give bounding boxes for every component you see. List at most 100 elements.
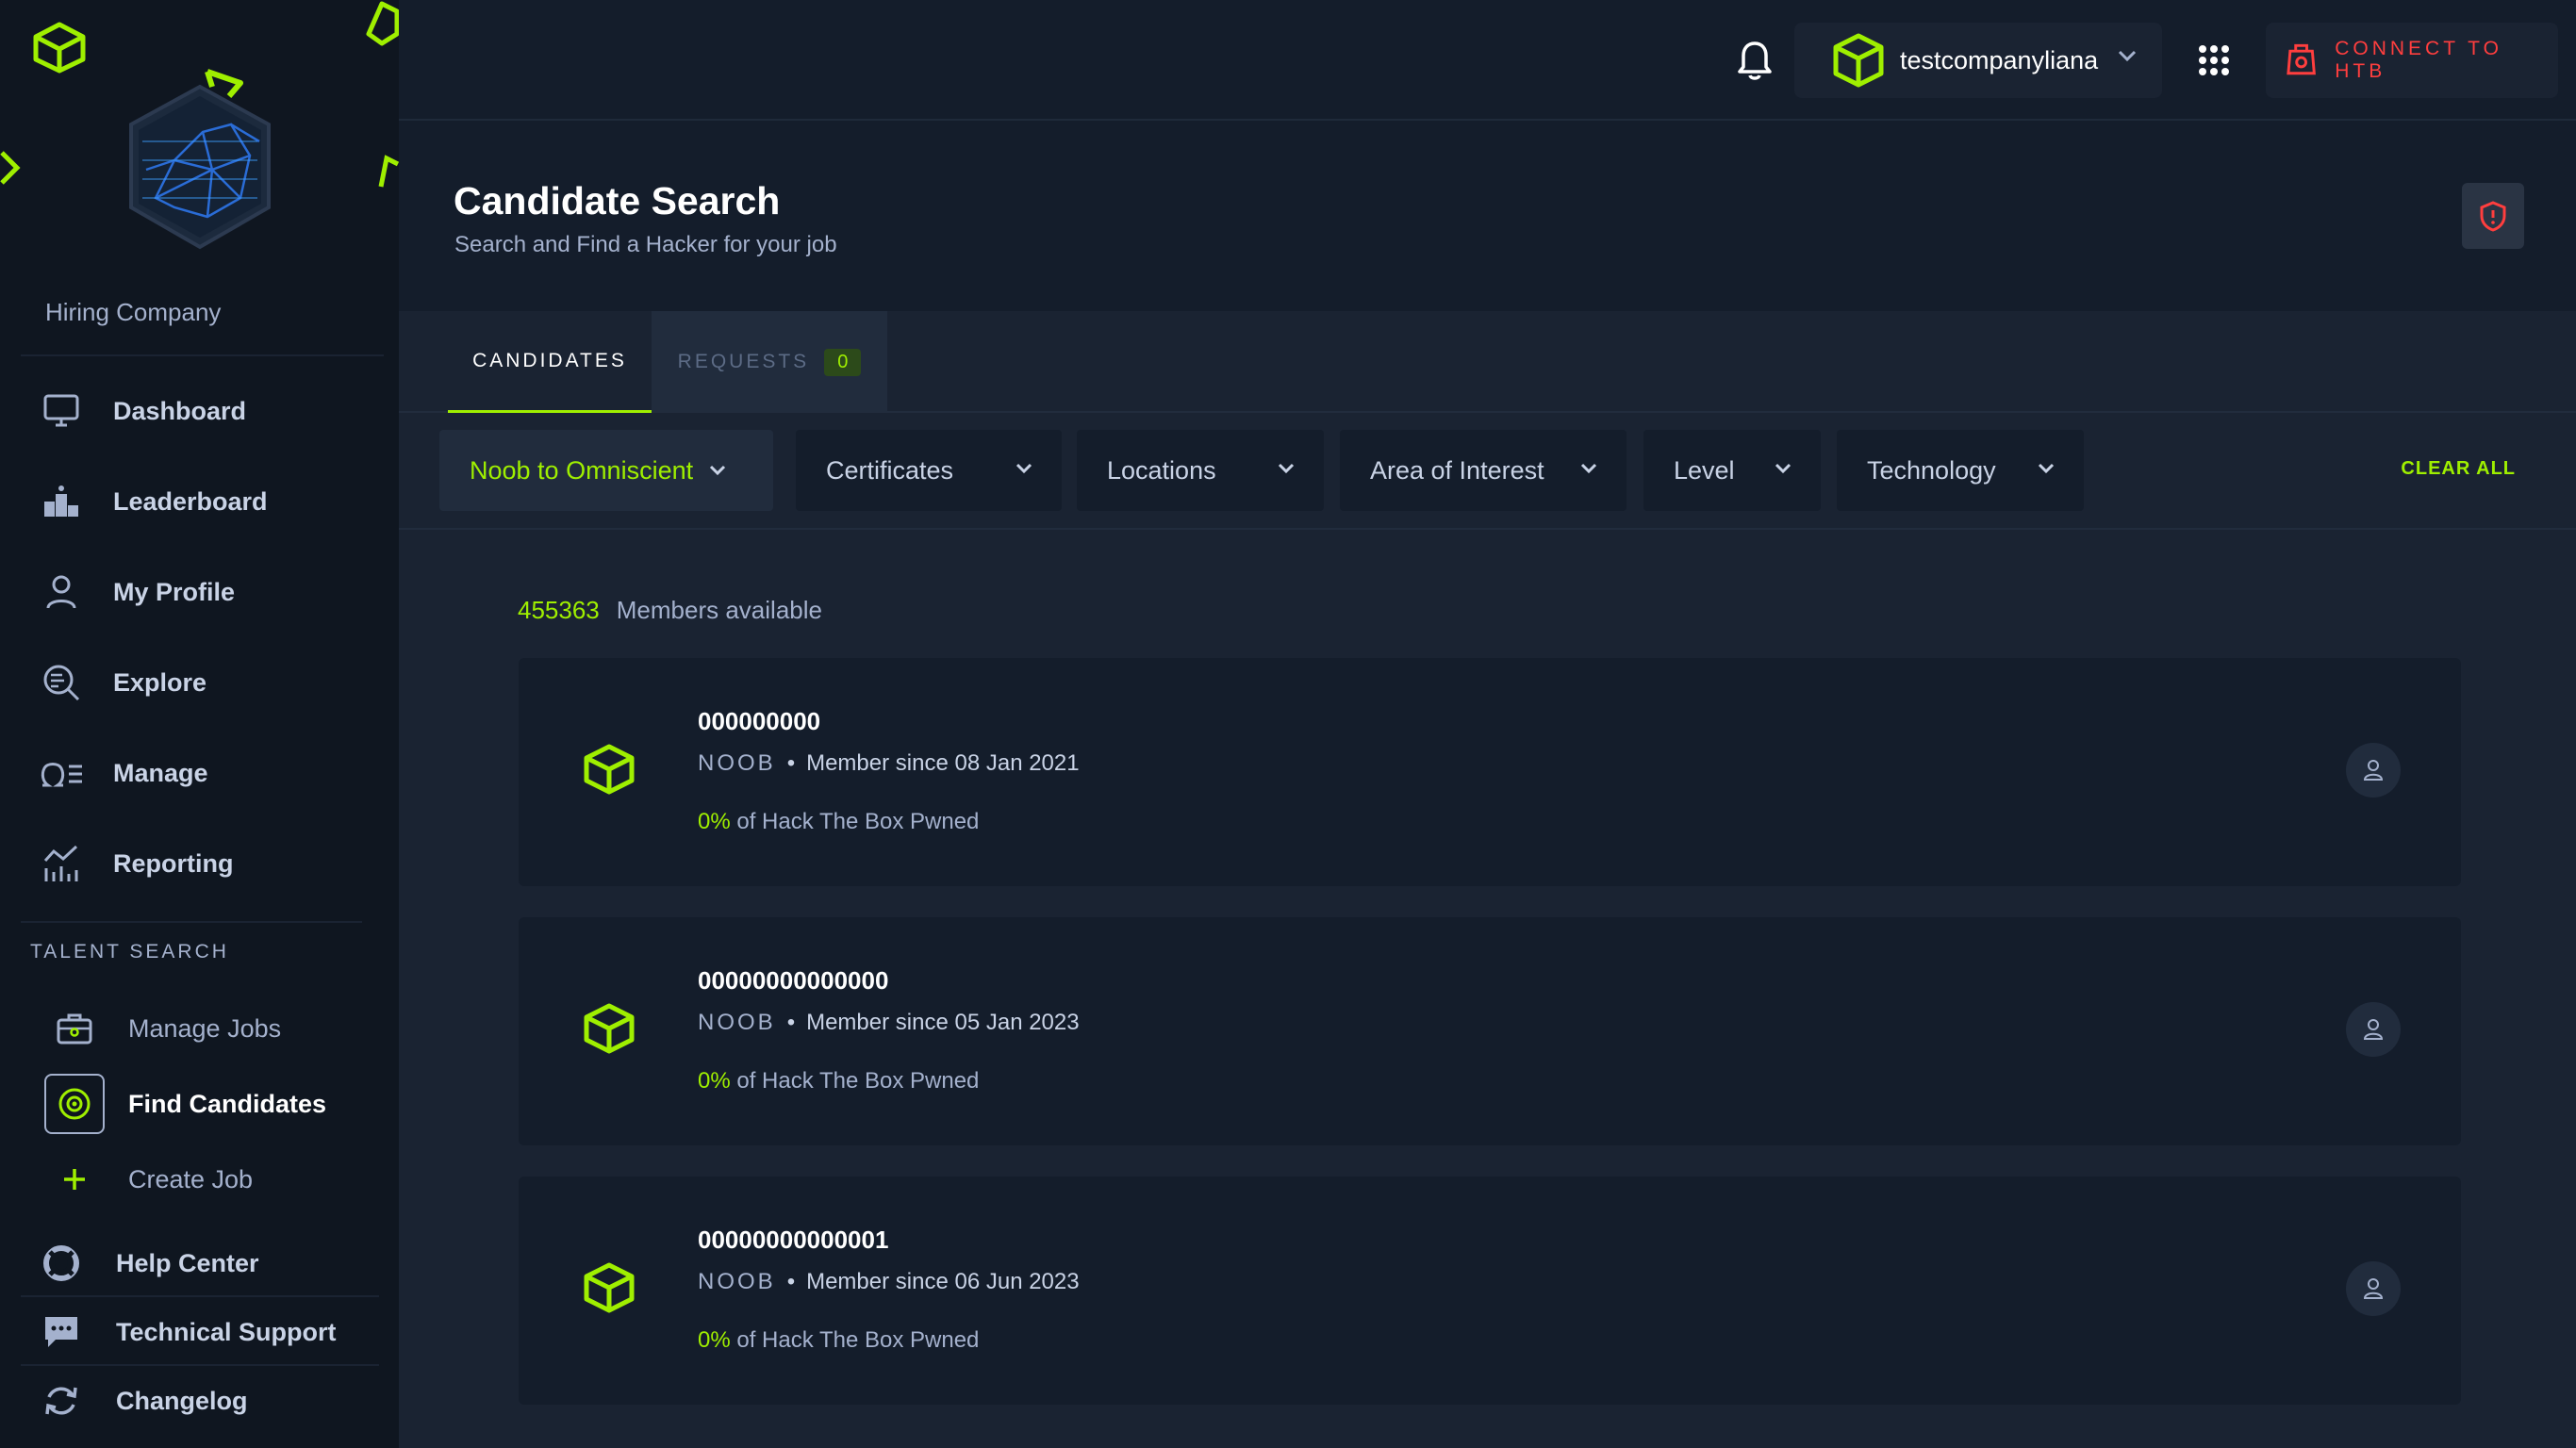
technology-filter[interactable]: Technology — [1837, 430, 2084, 511]
nav-label: Find Candidates — [128, 1089, 327, 1118]
divider — [21, 1364, 379, 1366]
filter-label: Certificates — [826, 455, 954, 485]
chevron-down-icon — [1580, 463, 1597, 474]
results-panel: 455363 Members available 000000000 NOOB •… — [399, 530, 2576, 1448]
nav-label: Changelog — [116, 1386, 248, 1415]
avatar — [129, 69, 271, 250]
filters-bar: Noob to Omniscient Certificates Location… — [399, 413, 2576, 530]
members-count: 455363 — [518, 596, 600, 624]
progress-text: of Hack The Box Pwned — [736, 1327, 980, 1353]
separator-dot: • — [786, 750, 796, 776]
member-since: Member since 08 Jan 2021 — [806, 750, 1080, 776]
view-profile-button[interactable] — [2346, 1002, 2401, 1057]
chat-icon — [38, 1308, 85, 1356]
notifications-button[interactable] — [1728, 34, 1781, 87]
nav-manage[interactable]: Manage — [0, 735, 399, 811]
chart-icon — [38, 840, 85, 887]
tab-label: CANDIDATES — [472, 349, 627, 371]
tab-candidates[interactable]: CANDIDATES — [448, 311, 652, 413]
divider — [21, 1295, 379, 1297]
bell-icon — [1738, 41, 1772, 80]
grid-icon — [2199, 45, 2229, 75]
member-since: Member since 06 Jun 2023 — [806, 1269, 1080, 1294]
candidate-card[interactable]: 000000000 NOOB • Member since 08 Jan 202… — [519, 658, 2461, 886]
user-icon — [2363, 760, 2384, 781]
candidate-name[interactable]: 000000000 — [698, 707, 820, 736]
refresh-icon — [38, 1377, 85, 1424]
tab-requests[interactable]: REQUESTS 0 — [652, 311, 887, 413]
page-header: Candidate Search Search and Find a Hacke… — [399, 123, 2576, 311]
user-icon — [2363, 1019, 2384, 1040]
shield-icon — [2480, 201, 2506, 232]
nav-label: My Profile — [113, 577, 236, 606]
area-of-interest-filter[interactable]: Area of Interest — [1340, 430, 1627, 511]
candidate-name[interactable]: 00000000000001 — [698, 1226, 888, 1255]
cube-fragment-icon — [366, 1, 400, 46]
chevron-down-icon — [2038, 463, 2055, 474]
search-list-icon — [38, 659, 85, 706]
lifebuoy-icon — [38, 1240, 85, 1287]
user-menu[interactable]: testcompanyliana — [1794, 23, 2162, 98]
nav-label: Dashboard — [113, 396, 247, 425]
rank-filter[interactable]: Noob to Omniscient — [439, 430, 773, 511]
progress-percent: 0% — [698, 1327, 731, 1353]
chevron-down-icon — [1278, 463, 1295, 474]
candidate-progress: 0% of Hack The Box Pwned — [698, 1327, 979, 1354]
candidate-card[interactable]: 00000000000001 NOOB • Member since 06 Ju… — [519, 1176, 2461, 1405]
cube-fragment-icon — [378, 155, 400, 188]
candidate-meta: NOOB • Member since 05 Jan 2023 — [698, 1010, 1080, 1036]
view-profile-button[interactable] — [2346, 1261, 2401, 1316]
monitor-icon — [38, 387, 85, 435]
view-profile-button[interactable] — [2346, 743, 2401, 798]
candidate-rank: NOOB — [698, 1010, 776, 1035]
filter-label: Technology — [1867, 455, 1996, 485]
certificates-filter[interactable]: Certificates — [796, 430, 1062, 511]
username: testcompanyliana — [1900, 45, 2099, 74]
candidate-rank: NOOB — [698, 1269, 776, 1294]
nav-label: Help Center — [116, 1248, 259, 1277]
members-label: Members available — [616, 596, 822, 624]
section-label: TALENT SEARCH — [30, 941, 229, 963]
nav-dashboard[interactable]: Dashboard — [0, 373, 399, 449]
connect-button[interactable]: CONNECT TO HTB — [2266, 23, 2558, 98]
progress-percent: 0% — [698, 809, 731, 834]
nav-changelog[interactable]: Changelog — [0, 1367, 399, 1435]
nav-label: Leaderboard — [113, 486, 268, 516]
nav-manage-jobs[interactable]: Manage Jobs — [0, 994, 399, 1063]
nav-technical-support[interactable]: Technical Support — [0, 1298, 399, 1366]
candidate-card[interactable]: 00000000000000 NOOB • Member since 05 Ja… — [519, 917, 2461, 1145]
plus-icon — [44, 1149, 105, 1209]
cube-avatar-icon — [584, 1003, 635, 1054]
nav-my-profile[interactable]: My Profile — [0, 554, 399, 630]
cube-logo-icon[interactable] — [30, 21, 89, 74]
nav-create-job[interactable]: Create Job — [0, 1144, 399, 1214]
nav-label: Create Job — [128, 1164, 254, 1193]
nav-reporting[interactable]: Reporting — [0, 826, 399, 901]
briefcase-icon — [44, 998, 105, 1059]
members-summary: 455363 Members available — [518, 596, 822, 625]
cube-avatar-icon — [584, 1262, 635, 1313]
nav-leaderboard[interactable]: Leaderboard — [0, 464, 399, 539]
filter-label: Locations — [1107, 455, 1216, 485]
candidate-name[interactable]: 00000000000000 — [698, 966, 888, 996]
company-label: Hiring Company — [45, 298, 222, 326]
level-filter[interactable]: Level — [1643, 430, 1821, 511]
candidate-progress: 0% of Hack The Box Pwned — [698, 809, 979, 835]
nav-label: Manage — [113, 758, 208, 787]
member-since: Member since 05 Jan 2023 — [806, 1010, 1080, 1035]
nav-help-center[interactable]: Help Center — [0, 1229, 399, 1297]
cube-avatar-icon — [584, 744, 635, 795]
requests-count-badge: 0 — [824, 348, 862, 376]
nav-explore[interactable]: Explore — [0, 645, 399, 720]
apps-menu-button[interactable] — [2188, 34, 2240, 87]
chevron-down-icon — [710, 465, 726, 476]
separator-dot: • — [786, 1269, 796, 1294]
candidate-rank: NOOB — [698, 750, 776, 776]
locations-filter[interactable]: Locations — [1077, 430, 1324, 511]
nav-find-candidates[interactable]: Find Candidates — [0, 1069, 399, 1139]
separator-dot: • — [786, 1010, 796, 1035]
clear-all-button[interactable]: CLEAR ALL — [2401, 458, 2516, 480]
privacy-button[interactable] — [2462, 183, 2524, 249]
chevron-down-icon — [1775, 463, 1792, 474]
page-subtitle: Search and Find a Hacker for your job — [454, 232, 837, 257]
